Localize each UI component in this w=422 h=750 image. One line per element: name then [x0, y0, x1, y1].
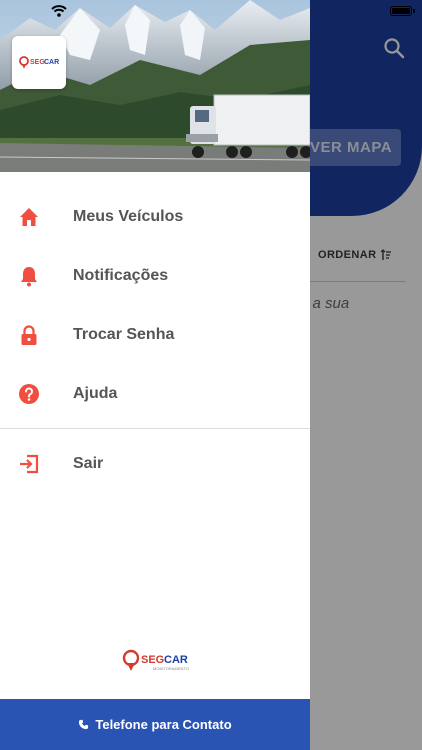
menu-item-label: Sair [73, 454, 104, 472]
drawer-logout: Sair [0, 434, 310, 493]
menu-item-logout[interactable]: Sair [0, 434, 310, 493]
svg-text:CAR: CAR [44, 59, 59, 66]
navigation-drawer: SEG CAR Meus Veículos Notificações Troca… [0, 0, 310, 750]
home-icon [18, 206, 40, 228]
menu-item-label: Trocar Senha [73, 325, 175, 343]
menu-item-notifications[interactable]: Notificações [0, 246, 310, 305]
menu-divider [0, 428, 310, 429]
contact-phone-button[interactable]: Telefone para Contato [0, 699, 310, 750]
menu-item-change-password[interactable]: Trocar Senha [0, 305, 310, 364]
svg-text:CAR: CAR [164, 654, 188, 666]
contact-label: Telefone para Contato [95, 717, 232, 732]
phone-icon [79, 719, 89, 730]
footer-logo: SEG CAR MONITORAMENTO [121, 648, 191, 674]
menu-item-help[interactable]: Ajuda [0, 364, 310, 423]
menu-item-label: Notificações [73, 266, 169, 284]
drawer-menu: Meus Veículos Notificações Trocar Senha … [0, 187, 310, 423]
svg-text:MONITORAMENTO: MONITORAMENTO [153, 666, 189, 671]
drawer-header-image: SEG CAR [0, 0, 310, 172]
lock-icon [18, 324, 40, 346]
logout-icon [18, 453, 40, 475]
menu-item-my-vehicles[interactable]: Meus Veículos [0, 187, 310, 246]
bell-icon [18, 265, 40, 287]
wifi-icon [51, 4, 67, 22]
svg-text:SEG: SEG [141, 654, 164, 666]
app-logo: SEG CAR [12, 36, 66, 89]
help-icon [18, 383, 40, 405]
menu-item-label: Meus Veículos [73, 207, 184, 225]
menu-item-label: Ajuda [73, 384, 118, 402]
